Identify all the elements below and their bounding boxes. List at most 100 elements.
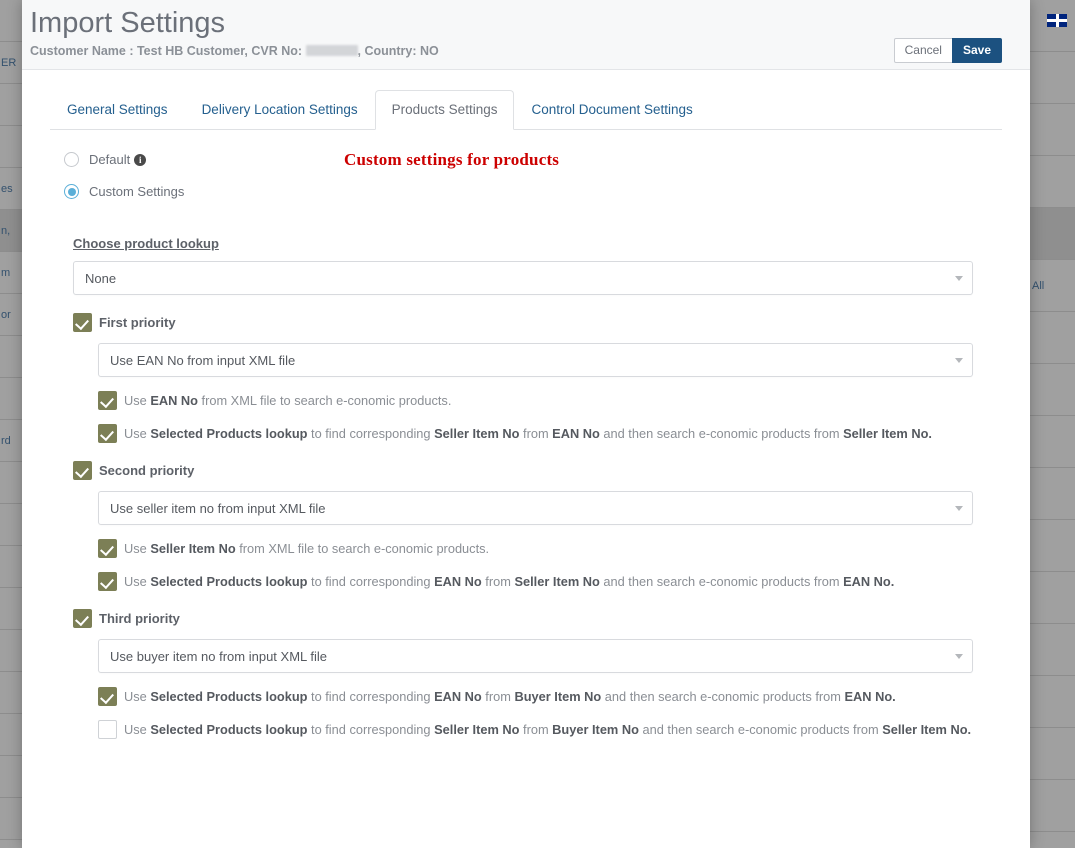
option-label: Use Seller Item No from XML file to sear… <box>124 541 490 556</box>
option-row[interactable]: Use Selected Products lookup to find cor… <box>98 720 1000 739</box>
option-row[interactable]: Use Selected Products lookup to find cor… <box>98 687 1000 706</box>
chevron-down-icon <box>955 654 963 659</box>
option-label: Use EAN No from XML file to search e-con… <box>124 393 452 408</box>
priority-source-select[interactable]: Use buyer item no from input XML file <box>98 639 973 673</box>
option-checkbox[interactable] <box>98 539 117 558</box>
customer-info-suffix: , Country: NO <box>357 44 439 58</box>
priority-header-row[interactable]: Third priority <box>73 609 1002 628</box>
option-row[interactable]: Use Seller Item No from XML file to sear… <box>98 539 1000 558</box>
products-settings-panel: Custom settings for products Default i Cu… <box>22 130 1030 739</box>
option-label: Use Selected Products lookup to find cor… <box>124 722 972 737</box>
background-left-row <box>0 126 22 168</box>
tab-general-settings[interactable]: General Settings <box>50 91 185 129</box>
background-left-row <box>0 672 22 714</box>
background-right-row <box>1030 156 1075 208</box>
priority-source-select[interactable]: Use seller item no from input XML file <box>98 491 973 525</box>
background-right-row <box>1030 52 1075 104</box>
priority-block: Second priority Use seller item no from i… <box>64 461 1002 591</box>
background-left-row <box>0 714 22 756</box>
option-checkbox[interactable] <box>98 572 117 591</box>
priority-source-select-value: Use EAN No from input XML file <box>110 352 296 368</box>
tab-products-settings[interactable]: Products Settings <box>374 90 515 130</box>
priority-label: Third priority <box>99 611 180 626</box>
option-row[interactable]: Use Selected Products lookup to find cor… <box>98 572 1000 591</box>
customer-info: Customer Name : Test HB Customer, CVR No… <box>30 43 1008 59</box>
cancel-button[interactable]: Cancel <box>893 38 953 63</box>
background-right-column: All <box>1030 0 1075 848</box>
priority-label: Second priority <box>99 463 195 478</box>
priority-source-select-value: Use seller item no from input XML file <box>110 500 326 516</box>
background-left-row <box>0 756 22 798</box>
tab-list: General Settings Delivery Location Settin… <box>50 90 1002 130</box>
background-left-row <box>0 504 22 546</box>
background-right-row <box>1030 520 1075 572</box>
radio-custom-settings[interactable] <box>64 184 79 199</box>
info-icon[interactable]: i <box>134 154 147 166</box>
import-settings-modal: Import Settings Customer Name : Test HB … <box>22 0 1030 848</box>
tab-delivery-location-settings[interactable]: Delivery Location Settings <box>185 91 375 129</box>
redacted-cvr-number <box>305 45 358 56</box>
checkbox-third-priority[interactable] <box>73 609 92 628</box>
background-right-row <box>1030 468 1075 520</box>
radio-default-label: Default i <box>89 152 147 167</box>
tabs-container: General Settings Delivery Location Settin… <box>22 70 1030 130</box>
background-right-row <box>1030 572 1075 624</box>
radio-default[interactable] <box>64 152 79 167</box>
background-left-row: or <box>0 294 22 336</box>
chevron-down-icon <box>955 358 963 363</box>
background-left-row <box>0 378 22 420</box>
background-right-row <box>1030 728 1075 780</box>
checkbox-first-priority[interactable] <box>73 313 92 332</box>
background-right-row <box>1030 624 1075 676</box>
product-lookup-select[interactable]: None <box>73 261 973 295</box>
product-lookup-select-value: None <box>85 270 117 286</box>
background-right-row <box>1030 104 1075 156</box>
customer-info-prefix: Customer Name : Test HB Customer, CVR No… <box>30 44 306 58</box>
priority-block: First priority Use EAN No from input XML … <box>64 313 1002 443</box>
custom-settings-note: Custom settings for products <box>344 150 560 169</box>
background-right-row <box>1030 0 1075 52</box>
checkbox-second-priority[interactable] <box>73 461 92 480</box>
background-right-row <box>1030 364 1075 416</box>
priority-source-select[interactable]: Use EAN No from input XML file <box>98 343 973 377</box>
modal-header: Import Settings Customer Name : Test HB … <box>22 0 1030 70</box>
option-row[interactable]: Use EAN No from XML file to search e-con… <box>98 391 1000 410</box>
radio-row-custom-settings[interactable]: Custom Settings <box>64 184 1002 199</box>
background-right-row <box>1030 312 1075 364</box>
background-left-row: ER <box>0 42 22 84</box>
background-left-row <box>0 462 22 504</box>
background-left-row <box>0 798 22 840</box>
background-left-row <box>0 630 22 672</box>
option-label: Use Selected Products lookup to find cor… <box>124 426 932 441</box>
uk-flag-icon <box>1047 14 1067 27</box>
background-right-row <box>1030 416 1075 468</box>
option-row[interactable]: Use Selected Products lookup to find cor… <box>98 424 1000 443</box>
option-checkbox[interactable] <box>98 391 117 410</box>
tab-control-document-settings[interactable]: Control Document Settings <box>514 91 709 129</box>
chevron-down-icon <box>955 276 963 281</box>
radio-custom-settings-label: Custom Settings <box>89 184 185 199</box>
header-actions: Cancel Save <box>893 38 1002 63</box>
priority-header-row[interactable]: Second priority <box>73 461 1002 480</box>
option-checkbox[interactable] <box>98 424 117 443</box>
background-left-row <box>0 84 22 126</box>
page-title: Import Settings <box>30 7 226 39</box>
background-left-row <box>0 0 22 42</box>
background-left-column: ER es n, m or rd <box>0 0 22 848</box>
background-left-row: n, <box>0 210 22 252</box>
background-left-row: rd <box>0 420 22 462</box>
priority-sections: First priority Use EAN No from input XML … <box>64 313 1002 739</box>
background-right-row: All <box>1030 260 1075 312</box>
save-button[interactable]: Save <box>951 38 1002 63</box>
priority-label: First priority <box>99 315 176 330</box>
chevron-down-icon <box>955 506 963 511</box>
option-checkbox[interactable] <box>98 720 117 739</box>
option-checkbox[interactable] <box>98 687 117 706</box>
priority-block: Third priority Use buyer item no from inp… <box>64 609 1002 739</box>
background-left-row <box>0 588 22 630</box>
priority-header-row[interactable]: First priority <box>73 313 1002 332</box>
background-right-row <box>1030 676 1075 728</box>
background-right-row <box>1030 780 1075 832</box>
background-left-row: es <box>0 168 22 210</box>
option-label: Use Selected Products lookup to find cor… <box>124 574 895 589</box>
